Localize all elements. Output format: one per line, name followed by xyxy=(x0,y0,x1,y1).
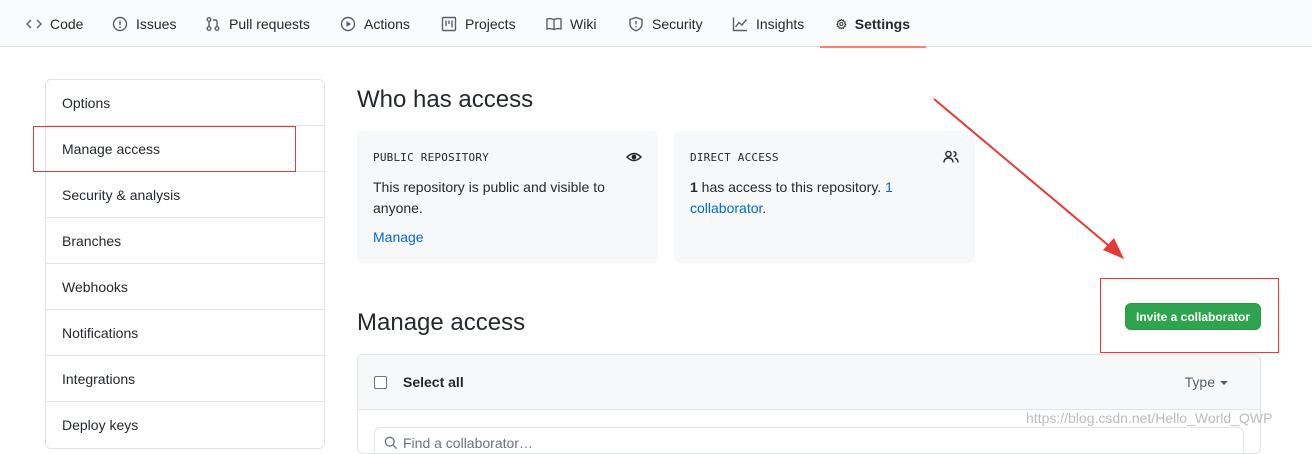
public-repository-card: PUBLIC REPOSITORY This repository is pub… xyxy=(357,131,658,263)
tab-wiki[interactable]: Wiki xyxy=(530,0,612,47)
settings-sidebar: Options Manage access Security & analysi… xyxy=(45,79,325,449)
caret-down-icon xyxy=(1220,381,1228,385)
select-all-checkbox[interactable] xyxy=(374,375,387,389)
tab-code[interactable]: Code xyxy=(10,0,99,47)
public-repository-heading: PUBLIC REPOSITORY xyxy=(373,150,489,164)
code-icon xyxy=(26,19,42,28)
sidebar-item-branches[interactable]: Branches xyxy=(46,218,324,264)
direct-access-card: DIRECT ACCESS 1 has access to this repos… xyxy=(674,131,975,263)
tab-actions[interactable]: Actions xyxy=(324,0,426,47)
manage-access-title: Manage access xyxy=(357,309,526,336)
sidebar-item-deploy-keys[interactable]: Deploy keys xyxy=(46,402,324,448)
watermark-text: https://blog.csdn.net/Hello_World_QWP xyxy=(1026,410,1273,426)
collaborator-count: 1 xyxy=(690,179,698,195)
who-has-access-title: Who has access xyxy=(357,86,534,113)
direct-access-text: 1 has access to this repository. 1 colla… xyxy=(690,179,893,216)
pull-request-icon xyxy=(206,16,220,31)
tab-issues[interactable]: Issues xyxy=(96,0,192,47)
book-icon xyxy=(546,17,562,30)
gear-icon xyxy=(836,18,847,29)
sidebar-item-webhooks[interactable]: Webhooks xyxy=(46,264,324,310)
tab-security[interactable]: Security xyxy=(612,0,719,47)
select-all-label: Select all xyxy=(403,374,464,390)
eye-icon xyxy=(626,152,642,162)
play-icon xyxy=(340,16,356,31)
sidebar-item-integrations[interactable]: Integrations xyxy=(46,356,324,402)
collaborators-table-header: Select all Type xyxy=(358,355,1260,410)
issue-icon xyxy=(112,16,128,31)
graph-icon xyxy=(732,17,748,31)
invite-collaborator-button[interactable]: Invite a collaborator xyxy=(1125,303,1261,330)
search-icon xyxy=(384,436,398,450)
manage-visibility-link[interactable]: Manage xyxy=(373,229,424,245)
tab-settings[interactable]: Settings xyxy=(820,0,926,48)
sidebar-item-notifications[interactable]: Notifications xyxy=(46,310,324,356)
find-collaborator-input[interactable]: Find a collaborator… xyxy=(374,427,1244,453)
type-filter-dropdown[interactable]: Type xyxy=(1185,374,1228,390)
repo-nav: Code Issues Pull requests Actions Projec… xyxy=(0,0,1312,48)
sidebar-item-options[interactable]: Options xyxy=(46,80,324,126)
direct-access-heading: DIRECT ACCESS xyxy=(690,150,779,164)
tab-pull-requests[interactable]: Pull requests xyxy=(189,0,326,47)
tab-projects[interactable]: Projects xyxy=(425,0,532,47)
shield-icon xyxy=(629,16,643,32)
project-icon xyxy=(441,16,457,31)
tab-insights[interactable]: Insights xyxy=(716,0,820,47)
public-repository-text: This repository is public and visible to… xyxy=(373,179,605,216)
sidebar-item-security-analysis[interactable]: Security & analysis xyxy=(46,172,324,218)
people-icon xyxy=(943,150,959,163)
sidebar-item-manage-access[interactable]: Manage access xyxy=(46,126,324,172)
collaborators-table: Select all Type Find a collaborator… xyxy=(357,354,1261,454)
